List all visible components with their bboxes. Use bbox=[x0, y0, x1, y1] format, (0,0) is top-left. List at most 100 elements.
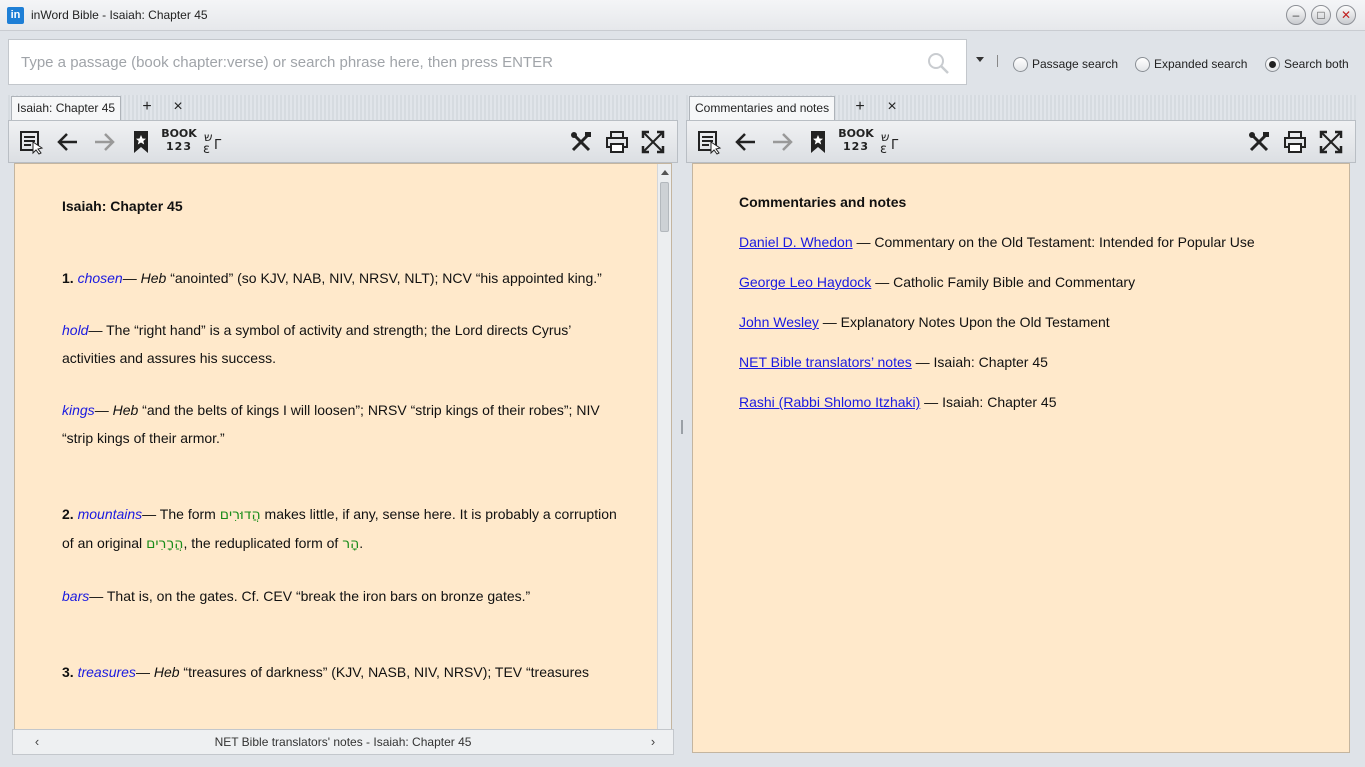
note-text: — The form bbox=[142, 506, 220, 522]
notes-text: Isaiah: Chapter 45 1. chosen— Heb “anoin… bbox=[62, 192, 622, 686]
vertical-scrollbar[interactable] bbox=[657, 164, 671, 752]
commentary-link[interactable]: NET Bible translators’ notes bbox=[739, 354, 912, 370]
previous-module-button[interactable]: ‹ bbox=[27, 730, 47, 754]
note-term[interactable]: treasures bbox=[78, 664, 136, 680]
svg-text:Γ: Γ bbox=[214, 138, 222, 153]
back-arrow-icon[interactable] bbox=[53, 127, 83, 157]
note-term[interactable]: chosen bbox=[78, 270, 123, 286]
book-number: 123 bbox=[843, 140, 869, 153]
note-number: 2. bbox=[62, 506, 74, 522]
commentary-link[interactable]: Daniel D. Whedon bbox=[739, 234, 853, 250]
svg-text:ε: ε bbox=[203, 142, 210, 155]
note-text: “and the belts of kings I will loosen”; … bbox=[62, 402, 600, 446]
tools-icon[interactable] bbox=[566, 127, 596, 157]
commentary-link[interactable]: Rashi (Rabbi Shlomo Itzhaki) bbox=[739, 394, 920, 410]
note-term[interactable]: mountains bbox=[78, 506, 143, 522]
radio-search-both[interactable]: Search both bbox=[1265, 55, 1349, 73]
search-input[interactable] bbox=[21, 40, 911, 84]
scroll-up-icon[interactable] bbox=[661, 170, 669, 175]
note-heb: Heb bbox=[112, 402, 139, 418]
radio-label: Expanded search bbox=[1154, 57, 1248, 71]
hebrew-word[interactable]: הָר bbox=[342, 536, 359, 552]
commentary-description: — Isaiah: Chapter 45 bbox=[920, 394, 1057, 410]
original-language-icon[interactable]: שεΓ bbox=[876, 127, 906, 157]
book-label: BOOK bbox=[838, 127, 874, 140]
book-label: BOOK bbox=[161, 127, 197, 140]
bookmark-icon[interactable] bbox=[126, 127, 156, 157]
forward-arrow-icon[interactable] bbox=[89, 127, 119, 157]
scroll-thumb[interactable] bbox=[660, 182, 669, 232]
tab-commentaries[interactable]: Commentaries and notes bbox=[689, 96, 836, 120]
original-language-icon[interactable]: שεΓ bbox=[199, 127, 229, 157]
add-tab-button[interactable]: + bbox=[137, 97, 157, 117]
radio-expanded-search[interactable]: Expanded search bbox=[1135, 55, 1247, 73]
hebrew-word[interactable]: הֲדוּרִים bbox=[220, 507, 261, 523]
separator bbox=[997, 55, 998, 67]
close-tab-button[interactable]: × bbox=[168, 97, 188, 117]
close-button[interactable]: ✕ bbox=[1336, 5, 1356, 25]
contents-menu-icon[interactable] bbox=[695, 127, 725, 157]
note-text: — That is, on the gates. Cf. CEV “break … bbox=[89, 588, 531, 604]
left-tabstrip: Isaiah: Chapter 45 + × bbox=[8, 95, 678, 120]
note-term[interactable]: hold bbox=[62, 322, 88, 338]
print-icon[interactable] bbox=[1280, 127, 1310, 157]
note-item: 2. mountains— The form הֲדוּרִים makes l… bbox=[62, 500, 622, 558]
tools-icon[interactable] bbox=[1244, 127, 1274, 157]
left-toolbar: BOOK 123 שεΓ bbox=[8, 120, 678, 163]
splitter-grip-icon[interactable] bbox=[681, 420, 683, 434]
commentaries-heading: Commentaries and notes bbox=[739, 194, 907, 210]
hebrew-word[interactable]: הֲרָרִים bbox=[146, 536, 183, 552]
book-number: 123 bbox=[166, 140, 192, 153]
next-module-button[interactable]: › bbox=[643, 730, 663, 754]
maximize-button[interactable]: □ bbox=[1311, 5, 1331, 25]
radio-selected-icon[interactable] bbox=[1265, 56, 1280, 72]
note-number: 3. bbox=[62, 664, 74, 680]
radio-passage-search[interactable]: Passage search bbox=[1013, 55, 1118, 73]
search-history-dropdown-icon[interactable] bbox=[976, 57, 984, 62]
note-text: “anointed” (so KJV, NAB, NIV, NRSV, NLT)… bbox=[166, 270, 602, 286]
fullscreen-icon[interactable] bbox=[1316, 127, 1346, 157]
radio-label: Passage search bbox=[1032, 57, 1119, 71]
list-item: NET Bible translators’ notes — Isaiah: C… bbox=[739, 352, 1339, 372]
left-content-area: Isaiah: Chapter 45 1. chosen— Heb “anoin… bbox=[14, 163, 672, 753]
radio-icon[interactable] bbox=[1135, 56, 1150, 72]
note-text: — The “right hand” is a symbol of activi… bbox=[62, 322, 571, 366]
note-item: 1. chosen— Heb “anointed” (so KJV, NAB, … bbox=[62, 264, 622, 292]
commentary-description: — Catholic Family Bible and Commentary bbox=[871, 274, 1136, 290]
forward-arrow-icon[interactable] bbox=[767, 127, 797, 157]
contents-menu-icon[interactable] bbox=[17, 127, 47, 157]
search-icon[interactable] bbox=[926, 51, 950, 75]
add-tab-button[interactable]: + bbox=[850, 97, 870, 117]
note-heb: Heb bbox=[153, 664, 180, 680]
book-chapter-button[interactable]: BOOK 123 bbox=[161, 127, 197, 157]
book-chapter-button[interactable]: BOOK 123 bbox=[838, 127, 874, 157]
svg-text:Γ: Γ bbox=[891, 138, 899, 153]
radio-label: Search both bbox=[1284, 57, 1349, 71]
minimize-button[interactable]: – bbox=[1286, 5, 1306, 25]
right-content-area: Commentaries and notes Daniel D. Whedon … bbox=[692, 163, 1350, 753]
fullscreen-icon[interactable] bbox=[638, 127, 668, 157]
chapter-heading: Isaiah: Chapter 45 bbox=[62, 198, 183, 214]
bookmark-icon[interactable] bbox=[803, 127, 833, 157]
window-title: inWord Bible - Isaiah: Chapter 45 bbox=[31, 8, 208, 22]
commentary-link[interactable]: John Wesley bbox=[739, 314, 819, 330]
note-dash: — bbox=[122, 270, 141, 286]
print-icon[interactable] bbox=[602, 127, 632, 157]
note-dash: — bbox=[94, 402, 113, 418]
close-tab-button[interactable]: × bbox=[882, 97, 902, 117]
note-term[interactable]: kings bbox=[62, 402, 95, 418]
note-text: , the reduplicated form of bbox=[183, 535, 343, 551]
radio-icon[interactable] bbox=[1013, 56, 1028, 72]
commentary-link[interactable]: George Leo Haydock bbox=[739, 274, 871, 290]
left-pane: Isaiah: Chapter 45 + × BOOK 123 שεΓ Isai… bbox=[8, 95, 678, 761]
back-arrow-icon[interactable] bbox=[731, 127, 761, 157]
note-text: “treasures of darkness” (KJV, NASB, NIV,… bbox=[179, 664, 590, 680]
list-item: Rashi (Rabbi Shlomo Itzhaki) — Isaiah: C… bbox=[739, 392, 1339, 412]
tab-isaiah-45[interactable]: Isaiah: Chapter 45 bbox=[11, 96, 122, 120]
note-term[interactable]: bars bbox=[62, 588, 89, 604]
list-item: Daniel D. Whedon — Commentary on the Old… bbox=[739, 232, 1339, 252]
note-item: kings— Heb “and the belts of kings I wil… bbox=[62, 396, 622, 452]
commentary-description: — Isaiah: Chapter 45 bbox=[911, 354, 1048, 370]
module-status-bar: ‹ NET Bible translators' notes - Isaiah:… bbox=[12, 729, 674, 755]
pane-splitter[interactable] bbox=[679, 95, 685, 761]
